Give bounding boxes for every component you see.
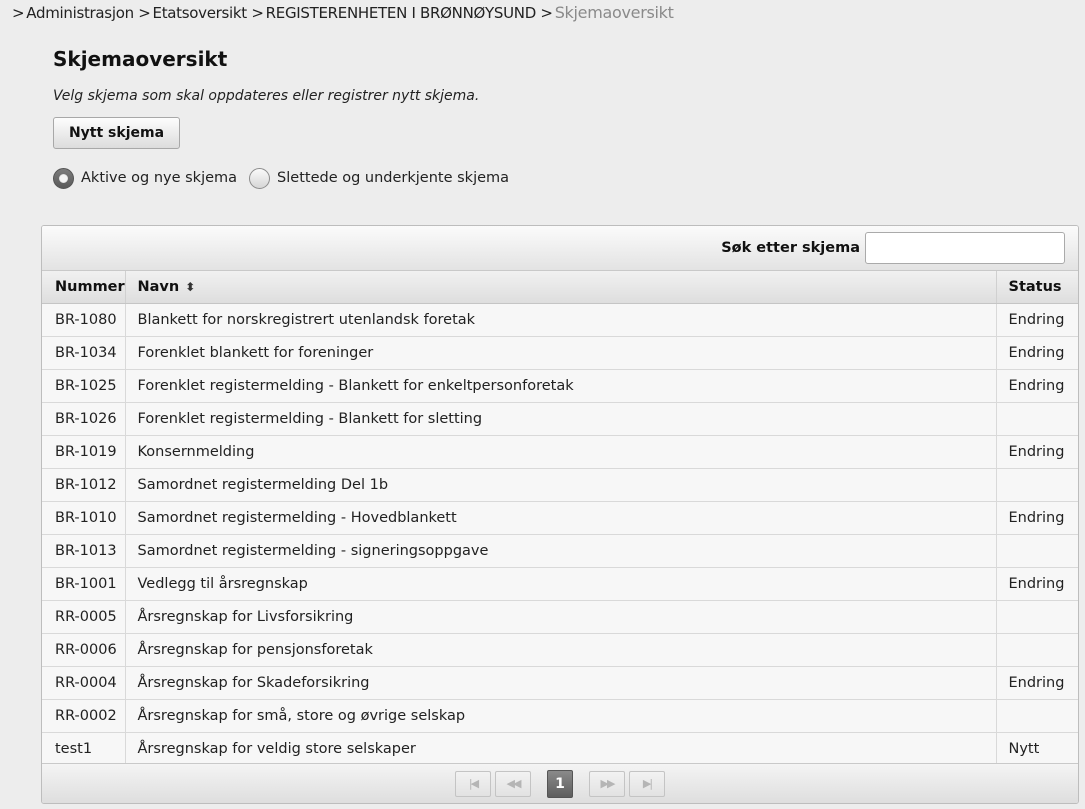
cell-navn: Årsregnskap for pensjonsforetak xyxy=(125,633,997,667)
page-number-button[interactable]: 1 xyxy=(547,769,573,798)
radio-button-unchecked[interactable] xyxy=(249,167,271,189)
breadcrumb-separator: > xyxy=(251,4,264,22)
radio-label: Slettede og underkjente skjema xyxy=(277,170,510,186)
cell-navn: Årsregnskap for Livsforsikring xyxy=(125,600,997,634)
breadcrumb: > Administrasjon > Etatsoversikt > REGISTER… xyxy=(12,3,674,23)
table-row[interactable]: BR-1010 Samordnet registermelding - Hoved… xyxy=(42,501,1078,535)
breadcrumb-link-etatsoversikt[interactable]: Etatsoversikt xyxy=(153,4,248,22)
column-header-navn[interactable]: Navn ⬍ xyxy=(125,271,997,304)
cell-status: Endring xyxy=(996,336,1078,370)
form-filter-radio-group: Aktive og nye skjema Slettede og underkj… xyxy=(53,165,509,191)
cell-nummer: BR-1012 xyxy=(42,468,126,502)
cell-navn: Samordnet registermelding - Hovedblanket… xyxy=(125,501,997,535)
table-row[interactable]: RR-0002 Årsregnskap for små, store og øvr… xyxy=(42,699,1078,733)
breadcrumb-link-registerenheten[interactable]: REGISTERENHETEN I BRØNNØYSUND xyxy=(266,4,537,22)
page-title: Skjemaoversikt xyxy=(53,47,228,71)
cell-nummer: BR-1080 xyxy=(42,303,126,337)
radio-button-checked[interactable] xyxy=(53,167,74,189)
search-label: Søk etter skjema xyxy=(721,240,860,256)
table-body: BR-1080 Blankett for norskregistrert uten… xyxy=(42,303,1078,766)
radio-active-forms[interactable]: Aktive og nye skjema xyxy=(53,167,238,189)
column-header-label: Status xyxy=(1008,278,1062,295)
cell-navn: Blankett for norskregistrert utenlandsk … xyxy=(125,303,997,337)
column-header-label: Nummer xyxy=(55,278,125,295)
cell-navn: Vedlegg til årsregnskap xyxy=(125,567,997,601)
table-row[interactable]: BR-1026 Forenklet registermelding - Blank… xyxy=(42,402,1078,436)
table-row[interactable]: RR-0004 Årsregnskap for Skadeforsikring En… xyxy=(42,666,1078,700)
cell-status: Endring xyxy=(996,303,1078,337)
cell-status xyxy=(996,468,1078,502)
breadcrumb-separator: > xyxy=(138,4,151,22)
cell-navn: Forenklet registermelding - Blankett for… xyxy=(125,402,997,436)
previous-page-icon[interactable]: ◀◀ xyxy=(495,770,531,797)
table-row[interactable]: BR-1012 Samordnet registermelding Del 1b xyxy=(42,468,1078,502)
table-row[interactable]: BR-1001 Vedlegg til årsregnskap Endring xyxy=(42,567,1078,601)
cell-navn: Årsregnskap for små, store og øvrige sel… xyxy=(125,699,997,733)
table-row[interactable]: RR-0006 Årsregnskap for pensjonsforetak xyxy=(42,633,1078,667)
cell-navn: Forenklet blankett for foreninger xyxy=(125,336,997,370)
cell-status: Endring xyxy=(996,666,1078,700)
cell-status xyxy=(996,402,1078,436)
cell-nummer: RR-0002 xyxy=(42,699,126,733)
cell-nummer: BR-1019 xyxy=(42,435,126,469)
page-subtitle: Velg skjema som skal oppdateres eller re… xyxy=(53,88,480,104)
column-header-label: Navn xyxy=(137,278,180,295)
table-row[interactable]: BR-1019 Konsernmelding Endring xyxy=(42,435,1078,469)
cell-status: Endring xyxy=(996,567,1078,601)
cell-navn: Samordnet registermelding Del 1b xyxy=(125,468,997,502)
cell-nummer: RR-0006 xyxy=(42,633,126,667)
search-input[interactable] xyxy=(865,232,1065,264)
new-form-button[interactable]: Nytt skjema xyxy=(53,117,180,149)
cell-nummer: BR-1001 xyxy=(42,567,126,601)
table-row[interactable]: BR-1025 Forenklet registermelding - Blank… xyxy=(42,369,1078,403)
cell-nummer: RR-0004 xyxy=(42,666,126,700)
radio-deleted-forms[interactable]: Slettede og underkjente skjema xyxy=(249,167,510,189)
table-header-row: Nummer Navn ⬍ Status xyxy=(42,271,1078,304)
first-page-icon[interactable]: |◀ xyxy=(455,770,491,797)
cell-status: Endring xyxy=(996,369,1078,403)
cell-nummer: BR-1026 xyxy=(42,402,126,436)
paginator: |◀ ◀◀ 1 ▶▶ ▶| xyxy=(42,763,1078,803)
table-row[interactable]: BR-1080 Blankett for norskregistrert uten… xyxy=(42,303,1078,337)
radio-dot-icon xyxy=(59,173,68,183)
next-page-icon[interactable]: ▶▶ xyxy=(589,770,625,797)
cell-nummer: test1 xyxy=(42,732,126,766)
cell-status: Nytt xyxy=(996,732,1078,766)
breadcrumb-separator: > xyxy=(540,4,553,22)
column-header-nummer: Nummer xyxy=(42,271,126,304)
cell-status xyxy=(996,600,1078,634)
cell-status: Endring xyxy=(996,501,1078,535)
table-row[interactable]: BR-1013 Samordnet registermelding - signe… xyxy=(42,534,1078,568)
cell-status xyxy=(996,699,1078,733)
column-header-status: Status xyxy=(996,271,1078,304)
cell-navn: Samordnet registermelding - signeringsop… xyxy=(125,534,997,568)
cell-nummer: BR-1025 xyxy=(42,369,126,403)
forms-table: Nummer Navn ⬍ Status BR-1080 Blankett for … xyxy=(42,271,1078,766)
radio-label: Aktive og nye skjema xyxy=(81,170,238,186)
breadcrumb-current: Skjemaoversikt xyxy=(554,3,674,22)
table-row[interactable]: test1 Årsregnskap for veldig store selska… xyxy=(42,732,1078,766)
cell-status xyxy=(996,633,1078,667)
breadcrumb-link-administrasjon[interactable]: Administrasjon xyxy=(26,4,134,22)
last-page-icon[interactable]: ▶| xyxy=(629,770,665,797)
table-row[interactable]: RR-0005 Årsregnskap for Livsforsikring xyxy=(42,600,1078,634)
cell-navn: Årsregnskap for veldig store selskaper xyxy=(125,732,997,766)
cell-navn: Konsernmelding xyxy=(125,435,997,469)
cell-nummer: BR-1013 xyxy=(42,534,126,568)
sort-icon[interactable]: ⬍ xyxy=(185,280,195,294)
table-row[interactable]: BR-1034 Forenklet blankett for foreninger… xyxy=(42,336,1078,370)
cell-navn: Forenklet registermelding - Blankett for… xyxy=(125,369,997,403)
cell-nummer: BR-1034 xyxy=(42,336,126,370)
cell-nummer: BR-1010 xyxy=(42,501,126,535)
table-toolbar: Søk etter skjema xyxy=(42,226,1078,271)
cell-navn: Årsregnskap for Skadeforsikring xyxy=(125,666,997,700)
cell-status xyxy=(996,534,1078,568)
cell-nummer: RR-0005 xyxy=(42,600,126,634)
cell-status: Endring xyxy=(996,435,1078,469)
breadcrumb-separator: > xyxy=(12,4,25,22)
forms-table-panel: Søk etter skjema Nummer Navn ⬍ Status BR-… xyxy=(41,225,1079,804)
